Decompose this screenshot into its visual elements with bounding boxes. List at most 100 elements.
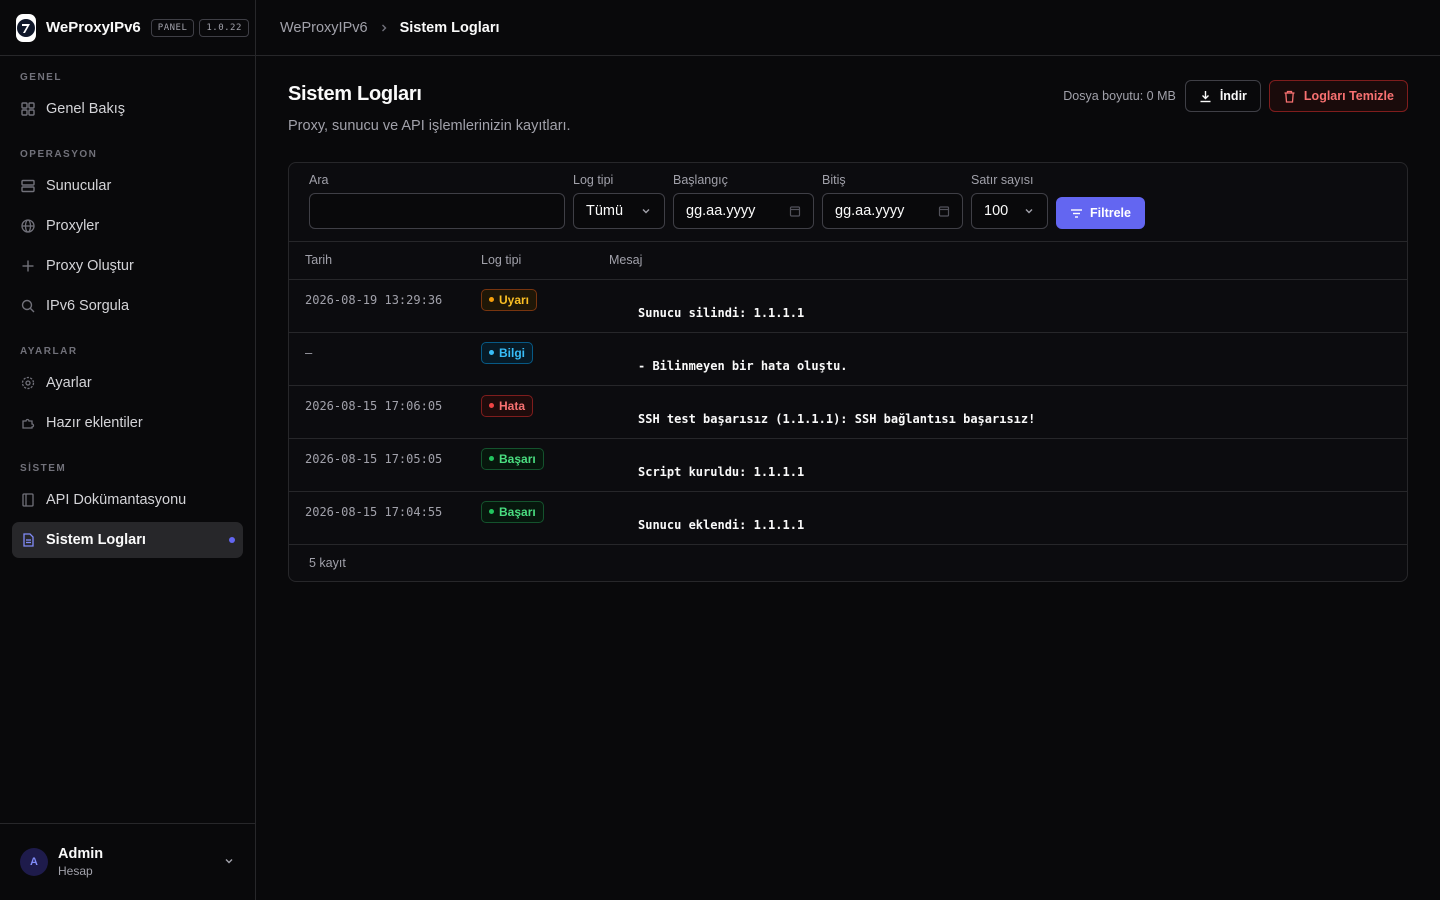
user-name: Admin — [58, 846, 104, 862]
column-header-type[interactable]: Log tipi — [465, 242, 593, 280]
status-dot — [489, 403, 494, 408]
download-button[interactable]: İndir — [1184, 80, 1261, 112]
table-body: 2026-08-19 13:29:36 Uyarı Sunucu silindi: … — [289, 279, 1407, 545]
log-type-badge: Başarı — [481, 447, 544, 470]
start-date-placeholder: gg.aa.yyyy — [686, 203, 756, 219]
page-header: Sistem Logları Proxy, sunucu ve API işle… — [288, 80, 1408, 134]
avatar: A — [20, 848, 48, 876]
header-actions: Dosya boyutu: 0 MB İndir Logları Temizle — [1063, 80, 1408, 112]
chevron-down-icon — [640, 205, 652, 217]
puzzle-icon — [20, 415, 36, 431]
log-message: Script kuruldu: 1.1.1.1 — [593, 438, 1407, 492]
log-type-label: Uyarı — [499, 292, 530, 307]
sidebar-item-label: Proxy Oluştur — [46, 258, 134, 274]
row-count-field: Satır sayısı 100 — [971, 173, 1048, 229]
status-dot — [489, 350, 494, 355]
log-date: 2026-08-15 17:06:05 — [305, 398, 443, 413]
log-type-label: Başarı — [499, 451, 536, 466]
nav-section-genel: GENEL Genel Bakış — [12, 72, 243, 127]
globe-icon — [20, 218, 36, 234]
column-header-date[interactable]: Tarih — [289, 242, 465, 280]
sidebar-item-label: Ayarlar — [46, 375, 92, 391]
column-header-message[interactable]: Mesaj — [593, 242, 1407, 280]
sidebar-item-label: Sistem Logları — [46, 532, 146, 548]
user-info: Admin Hesap — [58, 846, 103, 878]
log-date-cell: — — [289, 332, 465, 386]
sidebar-item-api-dokumantasyonu[interactable]: API Dokümantasyonu — [12, 482, 243, 518]
table-row: — Bilgi - Bilinmeyen bir hata oluştu. — [289, 332, 1407, 386]
brand-header: WeProxyIPv6 PANEL 1.0.22 — [0, 0, 255, 56]
main-area: WeProxyIPv6 Sistem Logları Sistem Loglar… — [256, 0, 1440, 900]
version-chip: 1.0.22 — [199, 18, 249, 37]
end-date-placeholder: gg.aa.yyyy — [835, 203, 905, 219]
gear-icon — [20, 375, 36, 391]
log-type-cell: Başarı — [465, 438, 593, 492]
log-type-badge: Bilgi — [481, 341, 533, 364]
log-type-select[interactable]: Tümü — [573, 193, 665, 229]
grid-icon — [20, 101, 36, 117]
sidebar-item-label: Genel Bakış — [46, 101, 125, 117]
sidebar-item-ipv6-sorgula[interactable]: IPv6 Sorgula — [12, 288, 243, 324]
log-type-cell: Uyarı — [465, 279, 593, 333]
sidebar-item-sunucular[interactable]: Sunucular — [12, 168, 243, 204]
user-role: Hesap — [58, 864, 93, 878]
log-type-label: Başarı — [499, 504, 536, 519]
clear-logs-label: Logları Temizle — [1303, 89, 1394, 103]
calendar-icon[interactable] — [789, 205, 801, 217]
sidebar-item-proxyler[interactable]: Proxyler — [12, 208, 243, 244]
end-date-input[interactable]: gg.aa.yyyy — [822, 193, 963, 229]
nav-section-sistem: SİSTEM API Dokümantasyonu Sistem Logları — [12, 463, 243, 558]
section-label: SİSTEM — [20, 463, 67, 474]
log-type-cell: Hata — [465, 385, 593, 439]
file-text-icon — [20, 532, 36, 548]
app-root: WeProxyIPv6 PANEL 1.0.22 GENEL Genel Bak… — [0, 0, 1440, 900]
log-message: SSH test başarısız (1.1.1.1): SSH bağlan… — [593, 385, 1407, 439]
calendar-icon[interactable] — [938, 205, 950, 217]
breadcrumb-root[interactable]: WeProxyIPv6 — [280, 20, 368, 36]
sidebar-item-proxy-olustur[interactable]: Proxy Oluştur — [12, 248, 243, 284]
trash-icon — [1283, 90, 1296, 103]
table-row: 2026-08-15 17:05:05 Başarı Script kuruldu:… — [289, 438, 1407, 492]
nav-section-operasyon: OPERASYON Sunucular Proxyler Proxy Oluşt… — [12, 149, 243, 324]
log-message: - Bilinmeyen bir hata oluştu. — [593, 332, 1407, 386]
chevron-down-icon[interactable] — [223, 854, 235, 870]
search-label: Ara — [309, 173, 329, 187]
sidebar-item-sistem-loglari[interactable]: Sistem Logları — [12, 522, 243, 558]
log-date-cell: 2026-08-19 13:29:36 — [289, 279, 465, 333]
search-field: Ara — [309, 173, 565, 229]
row-count-select[interactable]: 100 — [971, 193, 1048, 229]
brand-logo-icon — [16, 13, 36, 42]
log-type-badge: Başarı — [481, 500, 544, 523]
filter-label: Filtrele — [1090, 206, 1131, 220]
log-date-cell: 2026-08-15 17:05:05 — [289, 438, 465, 492]
download-icon — [1199, 90, 1212, 103]
status-dot — [489, 509, 494, 514]
row-count-value: 100 — [984, 203, 1009, 219]
active-indicator-dot — [229, 537, 235, 543]
plus-icon — [20, 258, 36, 274]
sidebar-item-hazir-eklentiler[interactable]: Hazır eklentiler — [12, 405, 243, 441]
sidebar-item-genel-bakis[interactable]: Genel Bakış — [12, 91, 243, 127]
page-title: Sistem Logları — [288, 83, 422, 105]
chevron-down-icon — [1023, 205, 1035, 217]
table-row: 2026-08-15 17:04:55 Başarı Sunucu eklendi:… — [289, 491, 1407, 545]
log-date-cell: 2026-08-15 17:04:55 — [289, 491, 465, 545]
sidebar-item-ayarlar[interactable]: Ayarlar — [12, 365, 243, 401]
log-message: Sunucu silindi: 1.1.1.1 — [593, 279, 1407, 333]
search-input[interactable] — [309, 193, 565, 229]
sidebar-item-label: IPv6 Sorgula — [46, 298, 130, 314]
breadcrumb-current: Sistem Logları — [399, 19, 500, 36]
page-subtitle: Proxy, sunucu ve API işlemlerinizin kayı… — [288, 118, 571, 134]
clear-logs-button[interactable]: Logları Temizle — [1268, 80, 1408, 112]
table-header-row: Tarih Log tipi Mesaj — [289, 242, 1407, 280]
user-menu[interactable]: A Admin Hesap — [0, 823, 255, 900]
filter-button[interactable]: Filtrele — [1056, 197, 1145, 229]
nav-section-ayarlar: AYARLAR Ayarlar Hazır eklentiler — [12, 346, 243, 441]
table-row: 2026-08-15 17:06:05 Hata SSH test başarısı… — [289, 385, 1407, 439]
book-icon — [20, 492, 36, 508]
brand-name: WeProxyIPv6 — [46, 19, 141, 36]
start-date-input[interactable]: gg.aa.yyyy — [673, 193, 814, 229]
search-icon — [20, 298, 36, 314]
logs-card: Ara Log tipi Tümü Başlangıç gg.aa.yyyy B… — [288, 162, 1408, 582]
log-message: Sunucu eklendi: 1.1.1.1 — [593, 491, 1407, 545]
